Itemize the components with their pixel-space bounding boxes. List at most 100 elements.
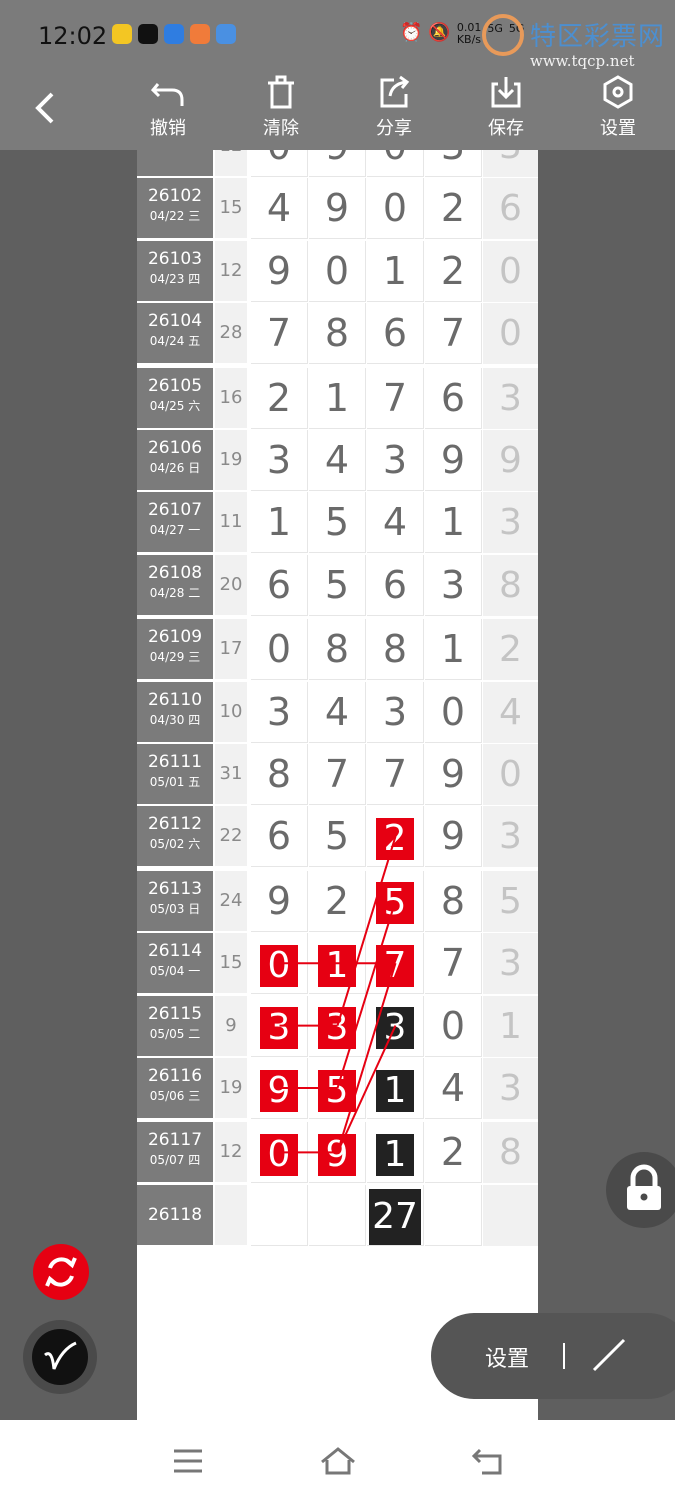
settings-button[interactable]: 设置: [583, 74, 653, 150]
line-tool-icon[interactable]: [589, 1335, 629, 1375]
back-nav-icon[interactable]: [470, 1446, 504, 1476]
digit-cell[interactable]: 8: [367, 619, 424, 681]
black-marked-digit[interactable]: 1: [376, 1133, 414, 1176]
digit-cell[interactable]: 6: [425, 367, 482, 429]
digit-cell[interactable]: 3: [309, 995, 366, 1057]
floating-settings-pill[interactable]: 设置: [431, 1313, 675, 1399]
digit-cell[interactable]: 5: [309, 806, 366, 868]
trend-board[interactable]: 04/21 二12090332610204/22 三15490262610304…: [137, 150, 538, 1420]
digit-cell[interactable]: 6: [367, 554, 424, 616]
digit-cell[interactable]: 4: [367, 492, 424, 554]
digit-cell[interactable]: 7: [367, 933, 424, 995]
digit-cell[interactable]: 3: [367, 430, 424, 491]
digit-cell[interactable]: 4: [425, 1058, 482, 1119]
menu-icon[interactable]: [172, 1448, 204, 1474]
lock-button[interactable]: [606, 1152, 675, 1228]
digit-cell[interactable]: 9: [425, 744, 482, 805]
red-marked-digit[interactable]: 7: [376, 944, 414, 987]
digit-cell[interactable]: 5: [367, 870, 424, 932]
digit-cell[interactable]: 2: [425, 1122, 482, 1184]
digit-cell[interactable]: 9: [309, 178, 366, 240]
digit-cell[interactable]: 9: [425, 806, 482, 868]
digit-cell[interactable]: 8: [309, 619, 366, 681]
digit-cell[interactable]: 3: [367, 681, 424, 743]
digit-cell[interactable]: 2: [425, 240, 482, 302]
digit-cell[interactable]: 0: [251, 933, 308, 995]
floating-settings-label[interactable]: 设置: [485, 1341, 529, 1373]
digit-cell[interactable]: 6: [251, 554, 308, 616]
digit-cell[interactable]: 9: [425, 430, 482, 491]
red-marked-digit[interactable]: 3: [260, 1007, 298, 1050]
digit-cell[interactable]: 7: [425, 303, 482, 365]
digit-cell[interactable]: 6: [251, 806, 308, 868]
digit-cell[interactable]: 0: [425, 995, 482, 1057]
digit-cell[interactable]: 1: [425, 619, 482, 681]
digit-cell[interactable]: 2: [425, 178, 482, 240]
digit-cell[interactable]: 0: [251, 619, 308, 681]
undo-button[interactable]: 撤销: [133, 74, 203, 150]
digit-cell[interactable]: 0: [309, 240, 366, 302]
digit-cell[interactable]: 3: [425, 554, 482, 616]
digit-cell[interactable]: 8: [251, 744, 308, 805]
digit-cell[interactable]: 1: [367, 1058, 424, 1119]
black-marked-digit[interactable]: 3: [376, 1007, 414, 1050]
digit-cell[interactable]: 2: [309, 870, 366, 932]
digit-cell[interactable]: 7: [367, 744, 424, 805]
red-marked-digit[interactable]: 0: [260, 1133, 298, 1176]
digit-cell[interactable]: 2: [367, 806, 424, 868]
digit-cell[interactable]: 4: [309, 430, 366, 491]
clear-button[interactable]: 清除: [246, 74, 316, 150]
red-marked-digit[interactable]: 2: [376, 817, 414, 860]
red-marked-digit[interactable]: 5: [318, 1069, 356, 1112]
pen-button[interactable]: [23, 1320, 97, 1394]
black-marked-digit[interactable]: 1: [376, 1069, 414, 1112]
digit-cell[interactable]: 7: [425, 933, 482, 995]
digit-cell[interactable]: 0: [425, 681, 482, 743]
digit-cell[interactable]: 27: [367, 1184, 424, 1246]
digit-cell[interactable]: 9: [309, 150, 366, 177]
digit-cell[interactable]: 0: [251, 150, 308, 177]
digit-cell[interactable]: 9: [309, 1122, 366, 1184]
digit-cell[interactable]: [309, 1184, 366, 1246]
digit-cell[interactable]: 1: [425, 492, 482, 554]
digit-cell[interactable]: 9: [251, 1058, 308, 1119]
digit-cell[interactable]: 1: [367, 240, 424, 302]
digit-cell[interactable]: [251, 1184, 308, 1246]
digit-cell[interactable]: 5: [309, 554, 366, 616]
digit-cell[interactable]: 3: [425, 150, 482, 177]
digit-cell[interactable]: 7: [251, 303, 308, 365]
digit-cell[interactable]: 4: [251, 178, 308, 240]
digit-cell[interactable]: 3: [251, 995, 308, 1057]
digit-cell[interactable]: 8: [309, 303, 366, 365]
digit-cell[interactable]: 8: [425, 870, 482, 932]
save-button[interactable]: 保存: [471, 74, 541, 150]
digit-cell[interactable]: 7: [367, 367, 424, 429]
red-marked-digit[interactable]: 9: [318, 1133, 356, 1176]
digit-cell[interactable]: 3: [251, 681, 308, 743]
digit-cell[interactable]: 1: [309, 933, 366, 995]
red-marked-digit[interactable]: 0: [260, 944, 298, 987]
share-button[interactable]: 分享: [359, 74, 429, 150]
digit-cell[interactable]: [425, 1184, 482, 1246]
digit-cell[interactable]: 1: [367, 1122, 424, 1184]
digit-cell[interactable]: 3: [251, 430, 308, 491]
digit-cell[interactable]: 2: [251, 367, 308, 429]
digit-cell[interactable]: 7: [309, 744, 366, 805]
red-marked-digit[interactable]: 9: [260, 1069, 298, 1112]
digit-cell[interactable]: 1: [251, 492, 308, 554]
digit-cell[interactable]: 3: [367, 995, 424, 1057]
digit-cell[interactable]: 0: [367, 150, 424, 177]
red-marked-digit[interactable]: 3: [318, 1007, 356, 1050]
digit-cell[interactable]: 6: [367, 303, 424, 365]
digit-cell[interactable]: 5: [309, 492, 366, 554]
digit-cell[interactable]: 1: [309, 367, 366, 429]
digit-cell[interactable]: 9: [251, 240, 308, 302]
back-button[interactable]: [28, 88, 62, 128]
digit-cell[interactable]: 5: [309, 1058, 366, 1119]
home-icon[interactable]: [320, 1446, 356, 1476]
red-marked-digit[interactable]: 5: [376, 882, 414, 925]
digit-cell[interactable]: 9: [251, 870, 308, 932]
refresh-button[interactable]: [33, 1244, 89, 1300]
digit-cell[interactable]: 4: [309, 681, 366, 743]
digit-cell[interactable]: 0: [367, 178, 424, 240]
